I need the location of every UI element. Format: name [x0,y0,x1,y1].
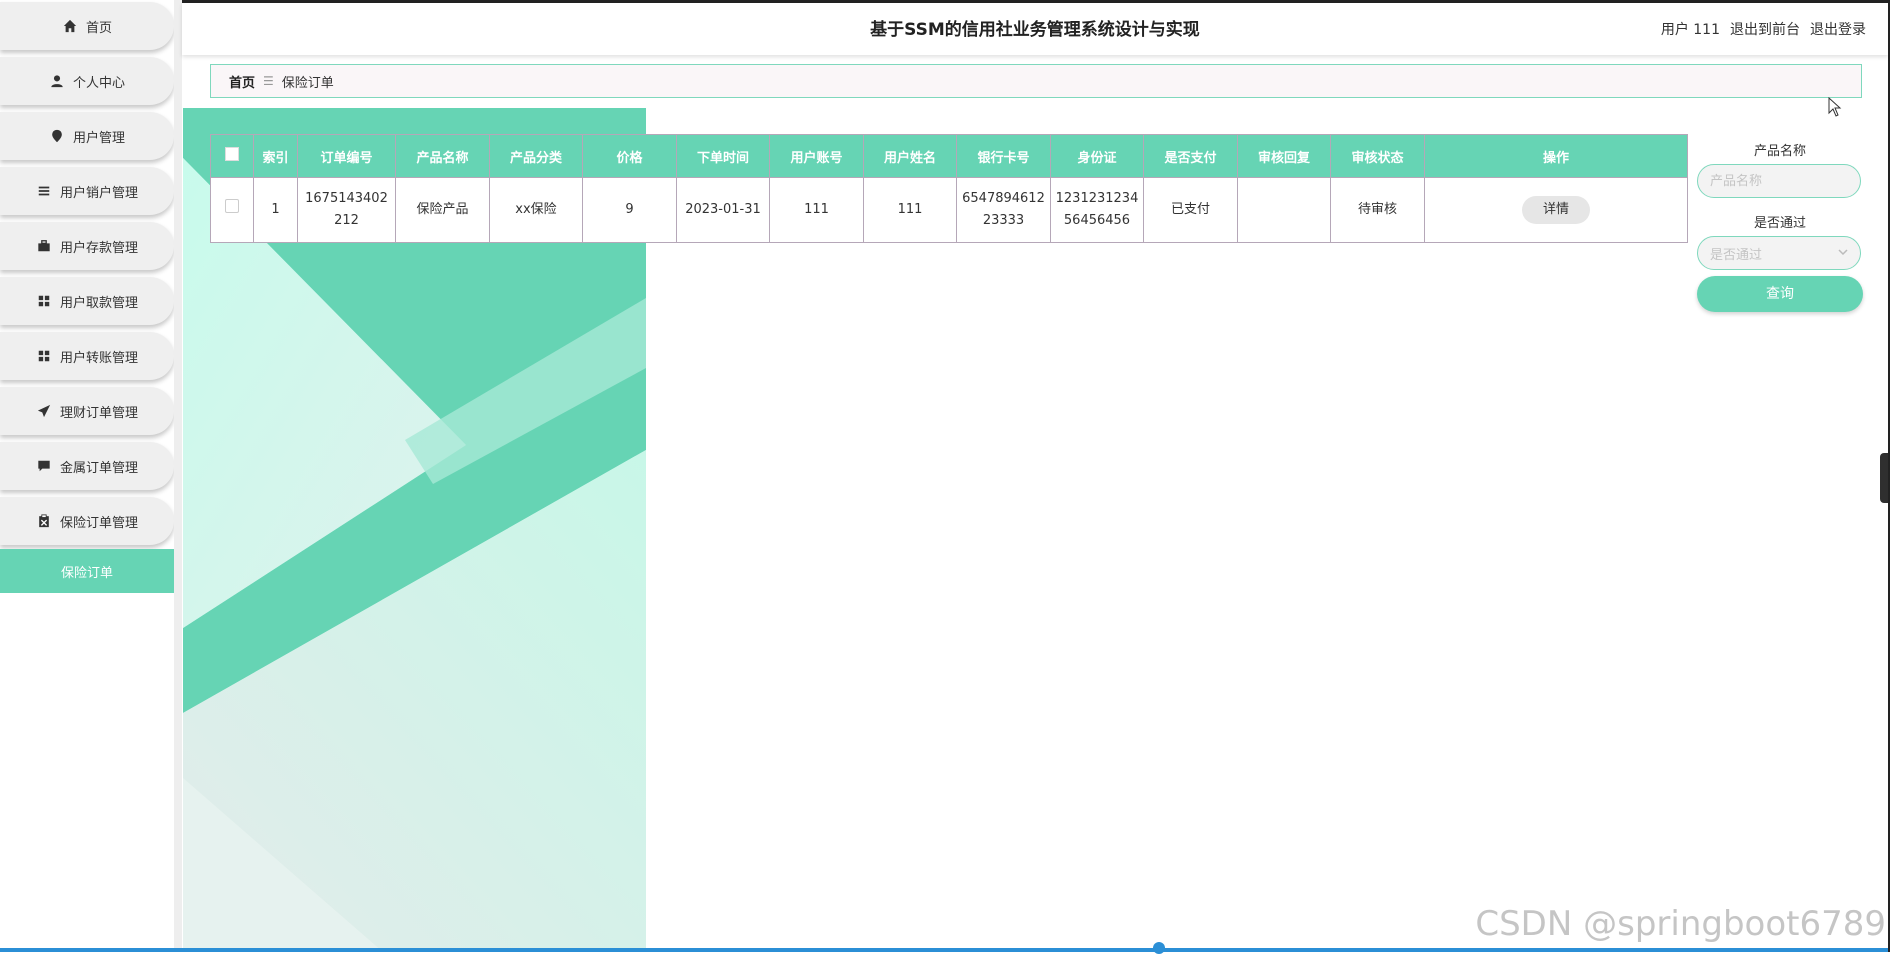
sidebar-item-profile[interactable]: 个人中心 [0,57,174,105]
column-header: 产品分类 [489,134,583,178]
column-header: 身份证 [1050,134,1144,178]
cell-order-no-line2: 212 [334,213,359,228]
cell-order-no: 1675143402 212 [297,177,396,243]
back-to-front-link[interactable]: 退出到前台 [1730,19,1800,39]
column-header: 用户姓名 [863,134,957,178]
mouse-cursor-icon [1828,97,1842,117]
column-header: 操作 [1424,134,1688,178]
product-name-input[interactable] [1697,164,1861,198]
sidebar-item-wealth-orders[interactable]: 理财订单管理 [0,387,174,435]
cell-account: 111 [769,177,864,243]
cell-id-card-line1: 1231231234 [1055,191,1139,206]
chevron-down-icon [1838,246,1848,261]
header: 基于SSM的信用社业务管理系统设计与实现 用户 111 退出到前台 退出登录 [182,3,1888,55]
column-header: 产品名称 [395,134,490,178]
sidebar-item-metal-orders[interactable]: 金属订单管理 [0,442,174,490]
sidebar-item-deposit[interactable]: 用户存款管理 [0,222,174,270]
search-button[interactable]: 查询 [1697,276,1863,312]
sidebar-item-label: 理财订单管理 [59,405,138,421]
sidebar-item-users[interactable]: 用户管理 [0,112,174,160]
sidebar-item-label: 保险订单管理 [59,515,138,531]
pass-status-label: 是否通过 [1753,216,1806,231]
row-select-cell[interactable] [210,177,254,243]
column-header: 用户账号 [769,134,864,178]
search-panel: 产品名称 是否通过 是否通过 查询 [1697,140,1863,312]
sidebar-subitem-label: 保险订单 [60,565,113,581]
sidebar-item-account-close[interactable]: 用户销户管理 [0,167,174,215]
cell-review-reply [1237,177,1331,243]
sidebar-item-label: 用户管理 [72,130,125,146]
column-header: 索引 [253,134,298,178]
grid-icon [36,348,52,364]
table-row: 1 1675143402 212 保险产品 xx保险 9 2023-01-31 1… [210,177,1688,243]
sidebar-item-label: 个人中心 [72,75,125,91]
table-header-row: 索引 订单编号 产品名称 产品分类 价格 下单时间 用户账号 用户姓名 银行卡号… [210,134,1688,178]
grid-icon [36,293,52,309]
briefcase-icon [36,238,52,254]
sidebar-item-home[interactable]: 首页 [0,2,174,50]
sidebar-item-label: 用户取款管理 [59,295,138,311]
bottom-scrollbar[interactable] [0,948,1890,952]
home-icon [62,18,78,34]
user-icon [49,73,65,89]
sidebar: 首页 个人中心 用户管理 用户销户管理 用户存款管理 用户取款管理 用户转账管理… [0,0,178,952]
column-header: 银行卡号 [956,134,1051,178]
orders-table: 索引 订单编号 产品名称 产品分类 价格 下单时间 用户账号 用户姓名 银行卡号… [210,134,1688,243]
sidebar-item-label: 用户存款管理 [59,240,138,256]
cell-bank-card: 6547894612 23333 [956,177,1051,243]
cell-username: 111 [863,177,957,243]
select-all-header[interactable] [210,134,254,178]
pin-icon [49,128,65,144]
cell-index: 1 [253,177,298,243]
column-header: 价格 [582,134,677,178]
cell-paid: 已支付 [1143,177,1238,243]
pass-status-select[interactable]: 是否通过 [1697,236,1861,270]
breadcrumb-home[interactable]: 首页 [229,72,255,91]
sidebar-item-transfer[interactable]: 用户转账管理 [0,332,174,380]
row-checkbox[interactable] [225,199,239,213]
pass-status-placeholder: 是否通过 [1710,247,1763,263]
cell-price: 9 [582,177,677,243]
sidebar-subitem-insurance-order[interactable]: 保险订单 [0,549,174,593]
product-name-label: 产品名称 [1753,144,1806,159]
page-title: 基于SSM的信用社业务管理系统设计与实现 [870,20,1200,40]
clipboard-icon [36,513,52,529]
cell-bank-card-line2: 23333 [982,213,1025,228]
sidebar-item-label: 用户转账管理 [59,350,138,366]
watermark: CSDN @springboot6789 [1475,904,1886,944]
column-header: 审核回复 [1237,134,1331,178]
sidebar-item-label: 用户销户管理 [59,185,138,201]
select-all-checkbox[interactable] [225,147,239,161]
sidebar-item-label: 金属订单管理 [59,460,138,476]
breadcrumb-separator-icon: ☰ [263,74,274,88]
cell-order-no-line1: 1675143402 [305,191,388,206]
sidebar-item-withdraw[interactable]: 用户取款管理 [0,277,174,325]
current-user-label: 用户 111 [1660,22,1720,38]
breadcrumb: 首页 ☰ 保险订单 [210,64,1862,98]
sidebar-item-insurance-orders[interactable]: 保险订单管理 [0,497,174,545]
list-icon [36,183,52,199]
column-header: 审核状态 [1330,134,1425,178]
sidebar-divider [174,0,182,952]
cell-id-card: 1231231234 56456456 [1050,177,1144,243]
cell-order-time: 2023-01-31 [676,177,770,243]
sidebar-item-label: 首页 [85,20,112,36]
chat-icon [36,458,52,474]
scrollbar-thumb[interactable] [1153,942,1165,954]
cell-review-status: 待审核 [1330,177,1425,243]
column-header: 下单时间 [676,134,770,178]
send-icon [36,403,52,419]
logout-link[interactable]: 退出登录 [1810,19,1866,39]
column-header: 是否支付 [1143,134,1238,178]
cell-id-card-line2: 56456456 [1063,213,1131,228]
cell-bank-card-line1: 6547894612 [962,191,1045,206]
header-user-area: 用户 111 退出到前台 退出登录 [1661,19,1866,39]
detail-button[interactable]: 详情 [1522,196,1590,224]
column-header: 订单编号 [297,134,396,178]
cell-category: xx保险 [489,177,583,243]
cell-product-name: 保险产品 [395,177,490,243]
cell-actions: 详情 [1424,177,1688,243]
breadcrumb-current: 保险订单 [281,75,334,91]
orders-table-wrapper: 索引 订单编号 产品名称 产品分类 价格 下单时间 用户账号 用户姓名 银行卡号… [210,134,1688,243]
